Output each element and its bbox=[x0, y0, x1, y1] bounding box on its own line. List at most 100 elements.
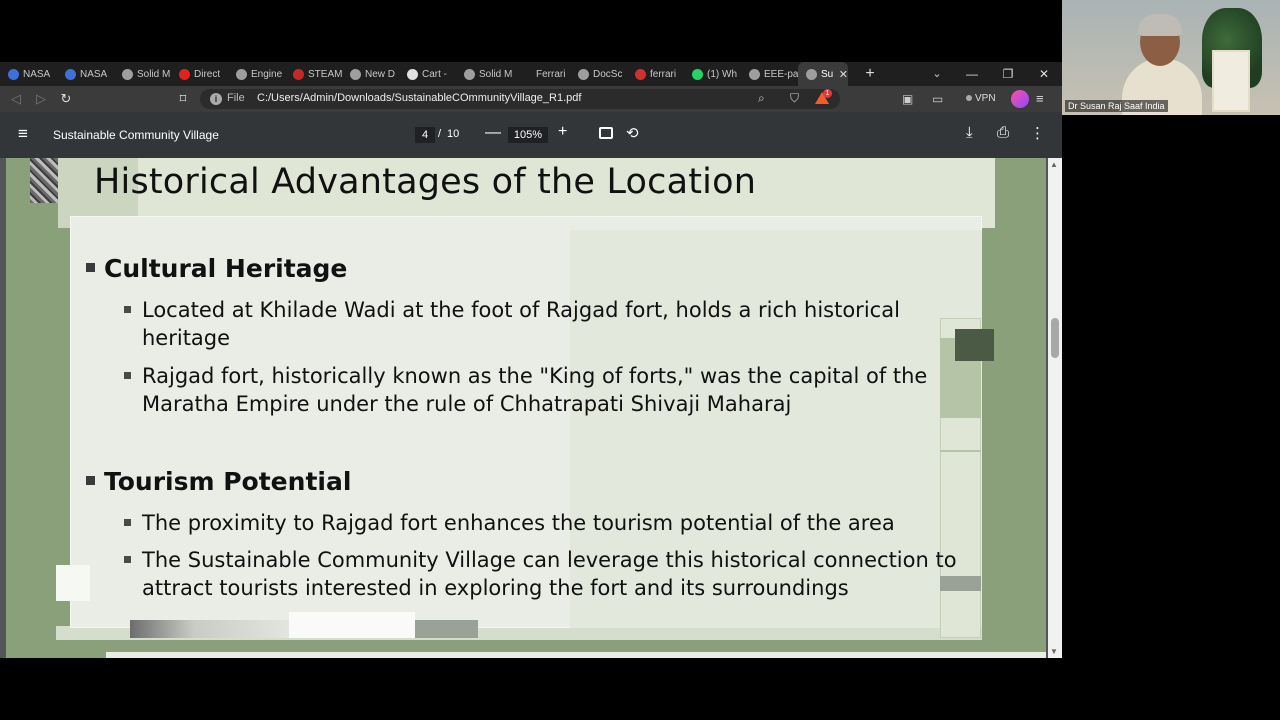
decorative-photo bbox=[30, 158, 58, 203]
tab-label: Ferrari bbox=[536, 68, 566, 80]
url-text[interactable]: C:/Users/Admin/Downloads/SustainableCOmm… bbox=[257, 92, 581, 104]
bullet-text: Located at Khilade Wadi at the foot of R… bbox=[142, 298, 900, 350]
vpn-button[interactable]: VPN bbox=[966, 86, 996, 112]
zoom-indicator-icon[interactable]: ⌕ bbox=[758, 91, 765, 106]
pdf-outline-menu-icon[interactable]: ≡ bbox=[18, 124, 28, 144]
reload-icon[interactable]: ↻ bbox=[56, 86, 76, 112]
tab-label: NASA bbox=[23, 68, 51, 80]
rewards-badge: 1 bbox=[823, 89, 832, 98]
tab-favicon-icon bbox=[521, 68, 532, 80]
rewards-icon[interactable]: 1 bbox=[814, 89, 832, 106]
tab-favicon-icon bbox=[407, 68, 418, 80]
tab-favicon-icon bbox=[635, 68, 646, 80]
bullet-text: The Sustainable Community Village can le… bbox=[142, 548, 957, 600]
browser-tab[interactable]: Direct bbox=[171, 62, 228, 86]
bullet-square-icon bbox=[124, 519, 131, 526]
browser-tab[interactable]: (1) Wh bbox=[684, 62, 741, 86]
site-info-icon[interactable]: i bbox=[210, 93, 222, 105]
restore-icon[interactable]: ❐ bbox=[993, 62, 1023, 86]
browser-menu-icon[interactable]: ≡ bbox=[1036, 86, 1044, 112]
address-bar[interactable]: i File C:/Users/Admin/Downloads/Sustaina… bbox=[200, 89, 840, 109]
browser-tab[interactable]: New D bbox=[342, 62, 399, 86]
browser-tab[interactable]: Solid M bbox=[114, 62, 171, 86]
webcam-lantern bbox=[1212, 50, 1250, 112]
browser-tab[interactable]: EEE-pa bbox=[741, 62, 798, 86]
tab-favicon-icon bbox=[293, 68, 304, 80]
tab-label: NASA bbox=[80, 68, 108, 80]
tab-favicon-icon bbox=[65, 68, 76, 80]
rotate-icon[interactable]: ⟲ bbox=[626, 124, 639, 142]
bullet-item: The proximity to Rajgad fort enhances th… bbox=[124, 509, 984, 537]
participant-name: Dr Susan Raj Saaf India bbox=[1065, 100, 1168, 112]
new-tab-button[interactable]: + bbox=[858, 65, 882, 83]
zoom-out-icon[interactable]: — bbox=[485, 124, 501, 142]
scroll-down-icon[interactable]: ▼ bbox=[1050, 647, 1058, 656]
page-number-input[interactable]: 4 bbox=[415, 127, 435, 143]
scrollbar-thumb[interactable] bbox=[1051, 318, 1059, 358]
pdf-viewport[interactable]: Historical Advantages of the Location Cu… bbox=[0, 158, 1048, 658]
active-tab-favicon bbox=[806, 68, 817, 80]
forward-icon[interactable]: ▷ bbox=[31, 86, 51, 112]
tab-favicon-icon bbox=[749, 68, 760, 80]
tab-label: (1) Wh bbox=[707, 68, 737, 80]
tab-close-icon[interactable]: ✕ bbox=[839, 68, 848, 81]
tab-label: EEE-pa bbox=[764, 68, 798, 80]
navigation-bar: ◁ ▷ ↻ ⌑ i File C:/Users/Admin/Downloads/… bbox=[0, 86, 1062, 112]
tab-favicon-icon bbox=[236, 68, 247, 80]
browser-tab[interactable]: Cart - bbox=[399, 62, 456, 86]
section-heading-tourism-potential: Tourism Potential bbox=[86, 467, 351, 496]
tab-list: NASA NASA Solid M Direct Engine STEAM New D Car… bbox=[0, 62, 798, 86]
wallet-icon[interactable]: ▭ bbox=[932, 86, 943, 112]
sidebar-toggle-icon[interactable]: ▣ bbox=[902, 86, 913, 112]
zoom-in-icon[interactable]: + bbox=[558, 123, 567, 141]
vpn-label: VPN bbox=[975, 93, 996, 104]
more-options-icon[interactable]: ⋮ bbox=[1030, 124, 1045, 142]
page-total: 10 bbox=[447, 128, 460, 140]
brave-shield-icon[interactable]: ⛉ bbox=[790, 91, 799, 106]
browser-tab[interactable]: STEAM bbox=[285, 62, 342, 86]
download-icon[interactable]: ⤓ bbox=[966, 124, 973, 141]
tab-label: Solid M bbox=[137, 68, 171, 80]
scroll-up-icon[interactable]: ▲ bbox=[1050, 160, 1058, 169]
decorative-white-block bbox=[56, 565, 90, 601]
browser-tab[interactable]: Solid M bbox=[456, 62, 513, 86]
screen: NASA NASA Solid M Direct Engine STEAM New D Car… bbox=[0, 0, 1280, 720]
tab-search-chevron-icon[interactable]: ⌄ bbox=[928, 62, 946, 86]
print-icon[interactable]: ⎙ bbox=[997, 124, 1009, 141]
browser-tab[interactable]: Ferrari bbox=[513, 62, 570, 86]
slide-page: Historical Advantages of the Location Cu… bbox=[6, 158, 1046, 658]
tab-favicon-icon bbox=[122, 68, 133, 80]
browser-tab[interactable]: Engine bbox=[228, 62, 285, 86]
tab-favicon-icon bbox=[578, 68, 589, 80]
minimize-icon[interactable]: — bbox=[957, 62, 987, 86]
zoom-level-input[interactable]: 105% bbox=[508, 127, 548, 143]
bullet-square-icon bbox=[86, 475, 95, 485]
window-close-icon[interactable]: ✕ bbox=[1029, 62, 1059, 86]
decorative-white-block bbox=[289, 612, 415, 638]
vertical-scrollbar[interactable]: ▲ ▼ bbox=[1048, 158, 1062, 658]
browser-tab[interactable]: NASA bbox=[0, 62, 57, 86]
bullet-square-icon bbox=[86, 262, 95, 272]
tab-label: STEAM bbox=[308, 68, 342, 80]
browser-tab[interactable]: NASA bbox=[57, 62, 114, 86]
fit-to-page-icon[interactable] bbox=[599, 127, 613, 139]
bullet-item: Located at Khilade Wadi at the foot of R… bbox=[124, 296, 924, 352]
tab-favicon-icon bbox=[464, 68, 475, 80]
tab-favicon-icon bbox=[350, 68, 361, 80]
browser-tab[interactable]: ferrari bbox=[627, 62, 684, 86]
tab-favicon-icon bbox=[692, 68, 703, 80]
profile-avatar-icon[interactable] bbox=[1011, 90, 1029, 108]
bullet-item: Rajgad fort, historically known as the "… bbox=[124, 362, 954, 418]
bullet-square-icon bbox=[124, 372, 131, 379]
browser-tab[interactable]: DocSc bbox=[570, 62, 627, 86]
back-icon[interactable]: ◁ bbox=[6, 86, 26, 112]
bullet-text: Rajgad fort, historically known as the "… bbox=[142, 364, 928, 416]
bookmark-icon[interactable]: ⌑ bbox=[173, 86, 193, 112]
pdf-toolbar: ≡ Sustainable Community Village 4 / 10 —… bbox=[0, 112, 1062, 158]
slide-title: Historical Advantages of the Location bbox=[94, 162, 757, 202]
decorative-grey-block bbox=[415, 620, 478, 638]
page-separator: / bbox=[438, 128, 442, 140]
active-tab[interactable]: Su ✕ bbox=[798, 62, 848, 86]
bullet-square-icon bbox=[124, 556, 131, 563]
tab-label: Engine bbox=[251, 68, 283, 80]
